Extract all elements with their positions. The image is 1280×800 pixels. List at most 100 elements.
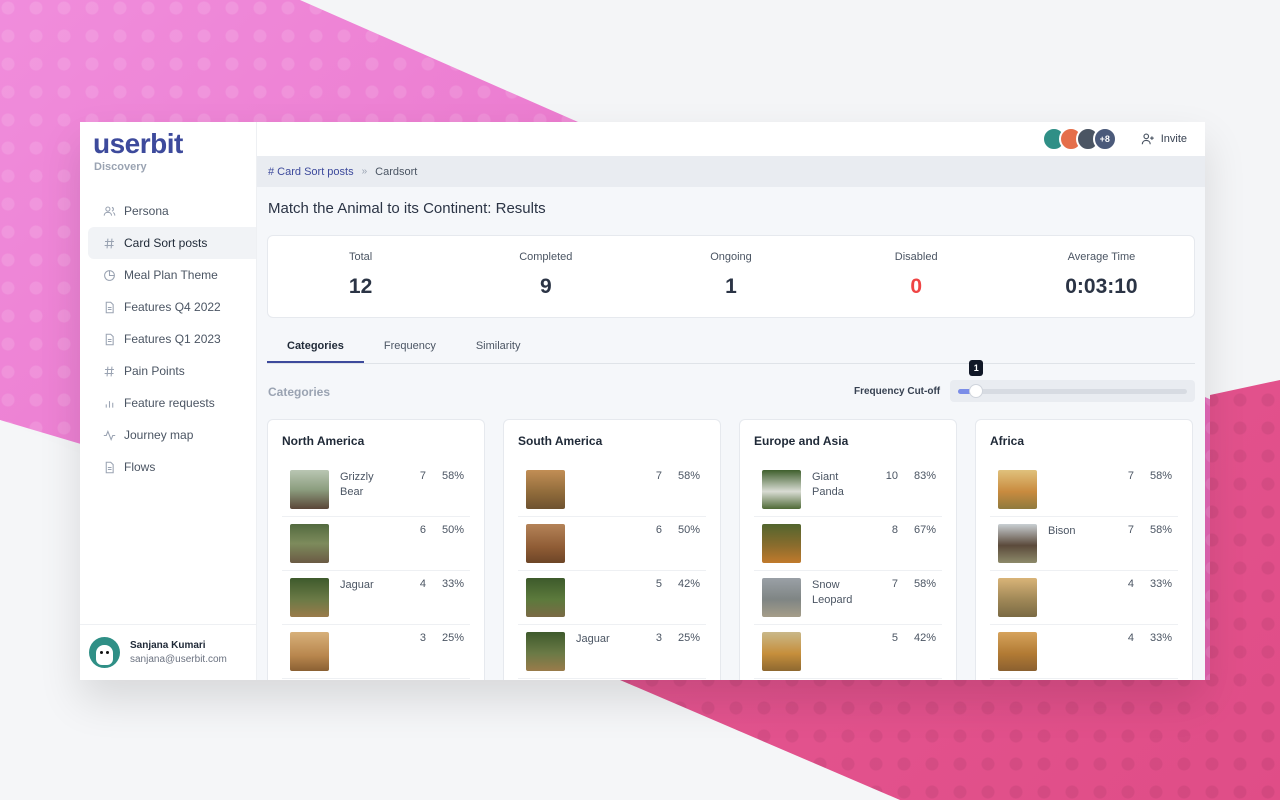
invite-button[interactable]: Invite [1135, 128, 1193, 150]
item-percent: 50% [441, 524, 464, 536]
item-percent: 58% [1149, 524, 1172, 536]
sidebar-item-meal-plan-theme[interactable]: Meal Plan Theme [88, 259, 256, 291]
user-email: sanjana@userbit.com [130, 654, 227, 665]
sidebar-item-feature-requests[interactable]: Feature requests [88, 387, 256, 419]
stats-panel: Total 12 Completed 9 Ongoing 1 Disabled … [267, 235, 1195, 318]
pie-icon [102, 268, 116, 282]
stat-label: Total [348, 251, 373, 263]
animal-image [290, 524, 329, 563]
list-item[interactable]: Bison 7 58% [990, 517, 1178, 571]
item-percent: 33% [1149, 632, 1172, 644]
sidebar-item-journey-map[interactable]: Journey map [88, 419, 256, 451]
item-name: Jaguar [576, 633, 610, 645]
stat-ongoing: Ongoing 1 [638, 236, 823, 317]
tab-categories[interactable]: Categories [267, 330, 364, 363]
avatar-eye [106, 651, 109, 654]
item-percent: 58% [1149, 470, 1172, 482]
breadcrumb-separator-icon: » [361, 166, 368, 177]
item-count: 6 [655, 524, 662, 536]
avatar-face [96, 645, 113, 665]
item-count: 5 [655, 578, 662, 590]
frequency-cutoff-slider[interactable]: 1 [950, 360, 1195, 402]
breadcrumb-parent-link[interactable]: # Card Sort posts [268, 166, 354, 178]
avatar [89, 637, 120, 668]
list-item[interactable]: 6 50% [282, 517, 470, 571]
document-icon [102, 460, 116, 474]
list-item[interactable]: Grizzly Bear 7 58% [282, 463, 470, 517]
animal-image [290, 578, 329, 617]
list-item[interactable]: 4 33% [990, 571, 1178, 625]
sidebar-item-features-q1-2023[interactable]: Features Q1 2023 [88, 323, 256, 355]
list-item[interactable]: 8 67% [754, 517, 942, 571]
stat-value: 0 [910, 275, 923, 298]
list-item[interactable]: 6 50% [518, 517, 706, 571]
top-bar: +8 Invite [257, 122, 1205, 156]
tab-similarity[interactable]: Similarity [456, 330, 541, 363]
item-percent: 25% [677, 632, 700, 644]
activity-icon [102, 428, 116, 442]
card-title: North America [282, 434, 365, 448]
item-count: 3 [655, 632, 662, 644]
list-item[interactable]: Snow Leopard 7 58% [754, 571, 942, 625]
slider-handle[interactable] [969, 384, 984, 398]
item-percent: 33% [441, 578, 464, 590]
list-item[interactable]: 5 42% [518, 571, 706, 625]
list-item[interactable]: Jaguar 4 33% [282, 571, 470, 625]
more-avatars-badge: +8 [1092, 127, 1117, 151]
sidebar-item-features-q4-2022[interactable]: Features Q4 2022 [88, 291, 256, 323]
list-item[interactable]: 7 58% [518, 463, 706, 517]
stat-value: 0:03:10 [1065, 275, 1138, 298]
logo[interactable]: userbit [80, 122, 256, 158]
breadcrumb-current: Cardsort [375, 165, 418, 178]
item-count: 4 [1127, 578, 1134, 590]
sidebar-item-label: Card Sort posts [124, 236, 208, 250]
users-icon [102, 204, 116, 218]
stat-label: Completed [519, 251, 573, 263]
document-icon [102, 300, 116, 314]
item-percent: 50% [677, 524, 700, 536]
item-name: Jaguar [340, 579, 374, 591]
stat-label: Ongoing [710, 251, 752, 263]
item-percent: 33% [1149, 578, 1172, 590]
list-item[interactable]: 4 33% [990, 625, 1178, 679]
item-percent: 42% [913, 632, 936, 644]
invite-label: Invite [1160, 133, 1187, 145]
sidebar-nav: Persona Card Sort posts Meal Plan Theme … [80, 195, 256, 483]
sidebar-item-pain-points[interactable]: Pain Points [88, 355, 256, 387]
stat-average-time: Average Time 0:03:10 [1009, 236, 1194, 317]
item-count: 7 [891, 578, 898, 590]
stat-completed: Completed 9 [453, 236, 638, 317]
list-item[interactable]: Giant Panda 10 83% [754, 463, 942, 517]
sidebar-item-flows[interactable]: Flows [88, 451, 256, 483]
list-item[interactable]: 3 25% [282, 625, 470, 679]
section-heading: Categories [268, 385, 331, 399]
item-percent: 83% [913, 470, 936, 482]
sidebar-item-label: Features Q1 2023 [124, 332, 221, 346]
animal-image [998, 470, 1037, 509]
sidebar-item-label: Flows [124, 460, 156, 474]
list-item[interactable]: 5 42% [754, 625, 942, 679]
list-item[interactable]: Jaguar 3 25% [518, 625, 706, 679]
hash-icon [102, 236, 116, 250]
item-count: 4 [419, 578, 426, 590]
tab-frequency[interactable]: Frequency [364, 330, 456, 363]
category-cards: North America Grizzly Bear 7 58% 6 50% Jagu… [267, 419, 1193, 680]
stat-value: 9 [539, 275, 552, 298]
category-card-north-america: North America Grizzly Bear 7 58% 6 50% Jagu… [267, 419, 485, 680]
user-profile[interactable]: Sanjana Kumari sanjana@userbit.com [80, 624, 257, 680]
item-count: 7 [419, 470, 426, 482]
item-count: 3 [419, 632, 426, 644]
item-percent: 67% [913, 524, 936, 536]
sidebar-item-card-sort-posts[interactable]: Card Sort posts [88, 227, 256, 259]
breadcrumb: # Card Sort posts » Cardsort [257, 156, 1205, 187]
slider-track[interactable] [958, 389, 1187, 394]
category-card-europe-and-asia: Europe and Asia Giant Panda 10 83% 8 67% Sn… [739, 419, 957, 680]
stat-label: Average Time [1067, 251, 1136, 263]
sidebar-item-label: Features Q4 2022 [124, 300, 221, 314]
list-item[interactable]: 7 58% [990, 463, 1178, 517]
animal-image [526, 470, 565, 509]
item-percent: 25% [441, 632, 464, 644]
sidebar-item-persona[interactable]: Persona [88, 195, 256, 227]
item-count: 7 [1127, 470, 1134, 482]
collaborator-avatars[interactable]: +8 [1041, 127, 1117, 151]
